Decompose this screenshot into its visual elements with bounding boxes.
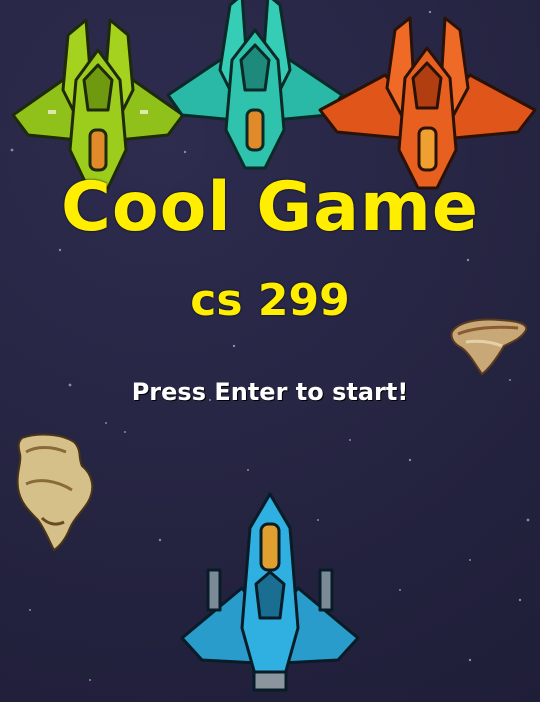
game-canvas[interactable]: Cool Game cs 299 Press Enter to start!	[0, 0, 540, 702]
start-prompt: Press Enter to start!	[131, 378, 409, 406]
game-title: Cool Game	[61, 168, 479, 247]
player-ship	[180, 492, 360, 692]
game-subtitle: cs 299	[190, 275, 350, 326]
asteroid-large	[16, 433, 94, 552]
